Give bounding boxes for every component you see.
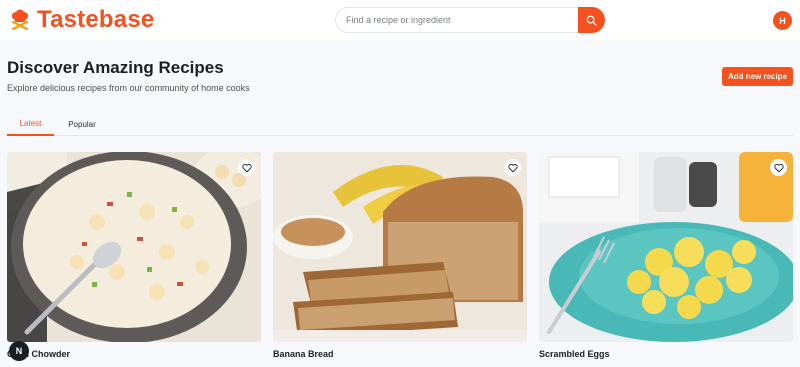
logo[interactable]: Tastebase <box>9 6 154 34</box>
recipe-card[interactable]: Banana Bread <box>273 152 527 359</box>
app-name: Tastebase <box>37 6 155 33</box>
heart-icon <box>773 163 784 172</box>
chef-hat-icon <box>11 9 29 31</box>
recipe-title[interactable]: Banana Bread <box>273 349 527 359</box>
scrambled-eggs-photo <box>539 152 793 342</box>
floating-badge[interactable]: N <box>9 341 29 361</box>
search-icon <box>586 15 597 26</box>
page-title: Discover Amazing Recipes <box>7 58 224 77</box>
top-bar: Tastebase H <box>0 0 800 40</box>
recipe-tabs: Latest Popular <box>7 113 793 136</box>
tab-latest[interactable]: Latest <box>7 113 54 136</box>
add-recipe-button[interactable]: Add new recipe <box>722 67 793 86</box>
search-button[interactable] <box>578 7 605 33</box>
heart-icon <box>507 163 518 172</box>
favorite-button[interactable] <box>770 159 787 176</box>
recipe-image[interactable] <box>539 152 793 342</box>
tab-popular[interactable]: Popular <box>57 113 107 136</box>
banana-bread-photo <box>273 152 527 342</box>
search-input[interactable] <box>335 7 578 33</box>
recipe-title[interactable]: Clam Chowder <box>7 349 261 359</box>
recipe-card[interactable]: Clam Chowder <box>7 152 261 359</box>
recipe-image[interactable] <box>273 152 527 342</box>
heart-icon <box>241 163 252 172</box>
clam-chowder-photo <box>7 152 261 342</box>
favorite-button[interactable] <box>504 159 521 176</box>
recipe-card[interactable]: Scrambled Eggs <box>539 152 793 359</box>
user-avatar[interactable]: H <box>773 11 792 30</box>
favorite-button[interactable] <box>238 159 255 176</box>
recipe-title[interactable]: Scrambled Eggs <box>539 349 793 359</box>
search-bar <box>335 7 605 33</box>
recipe-image[interactable] <box>7 152 261 342</box>
page-subtitle: Explore delicious recipes from our commu… <box>7 83 250 93</box>
